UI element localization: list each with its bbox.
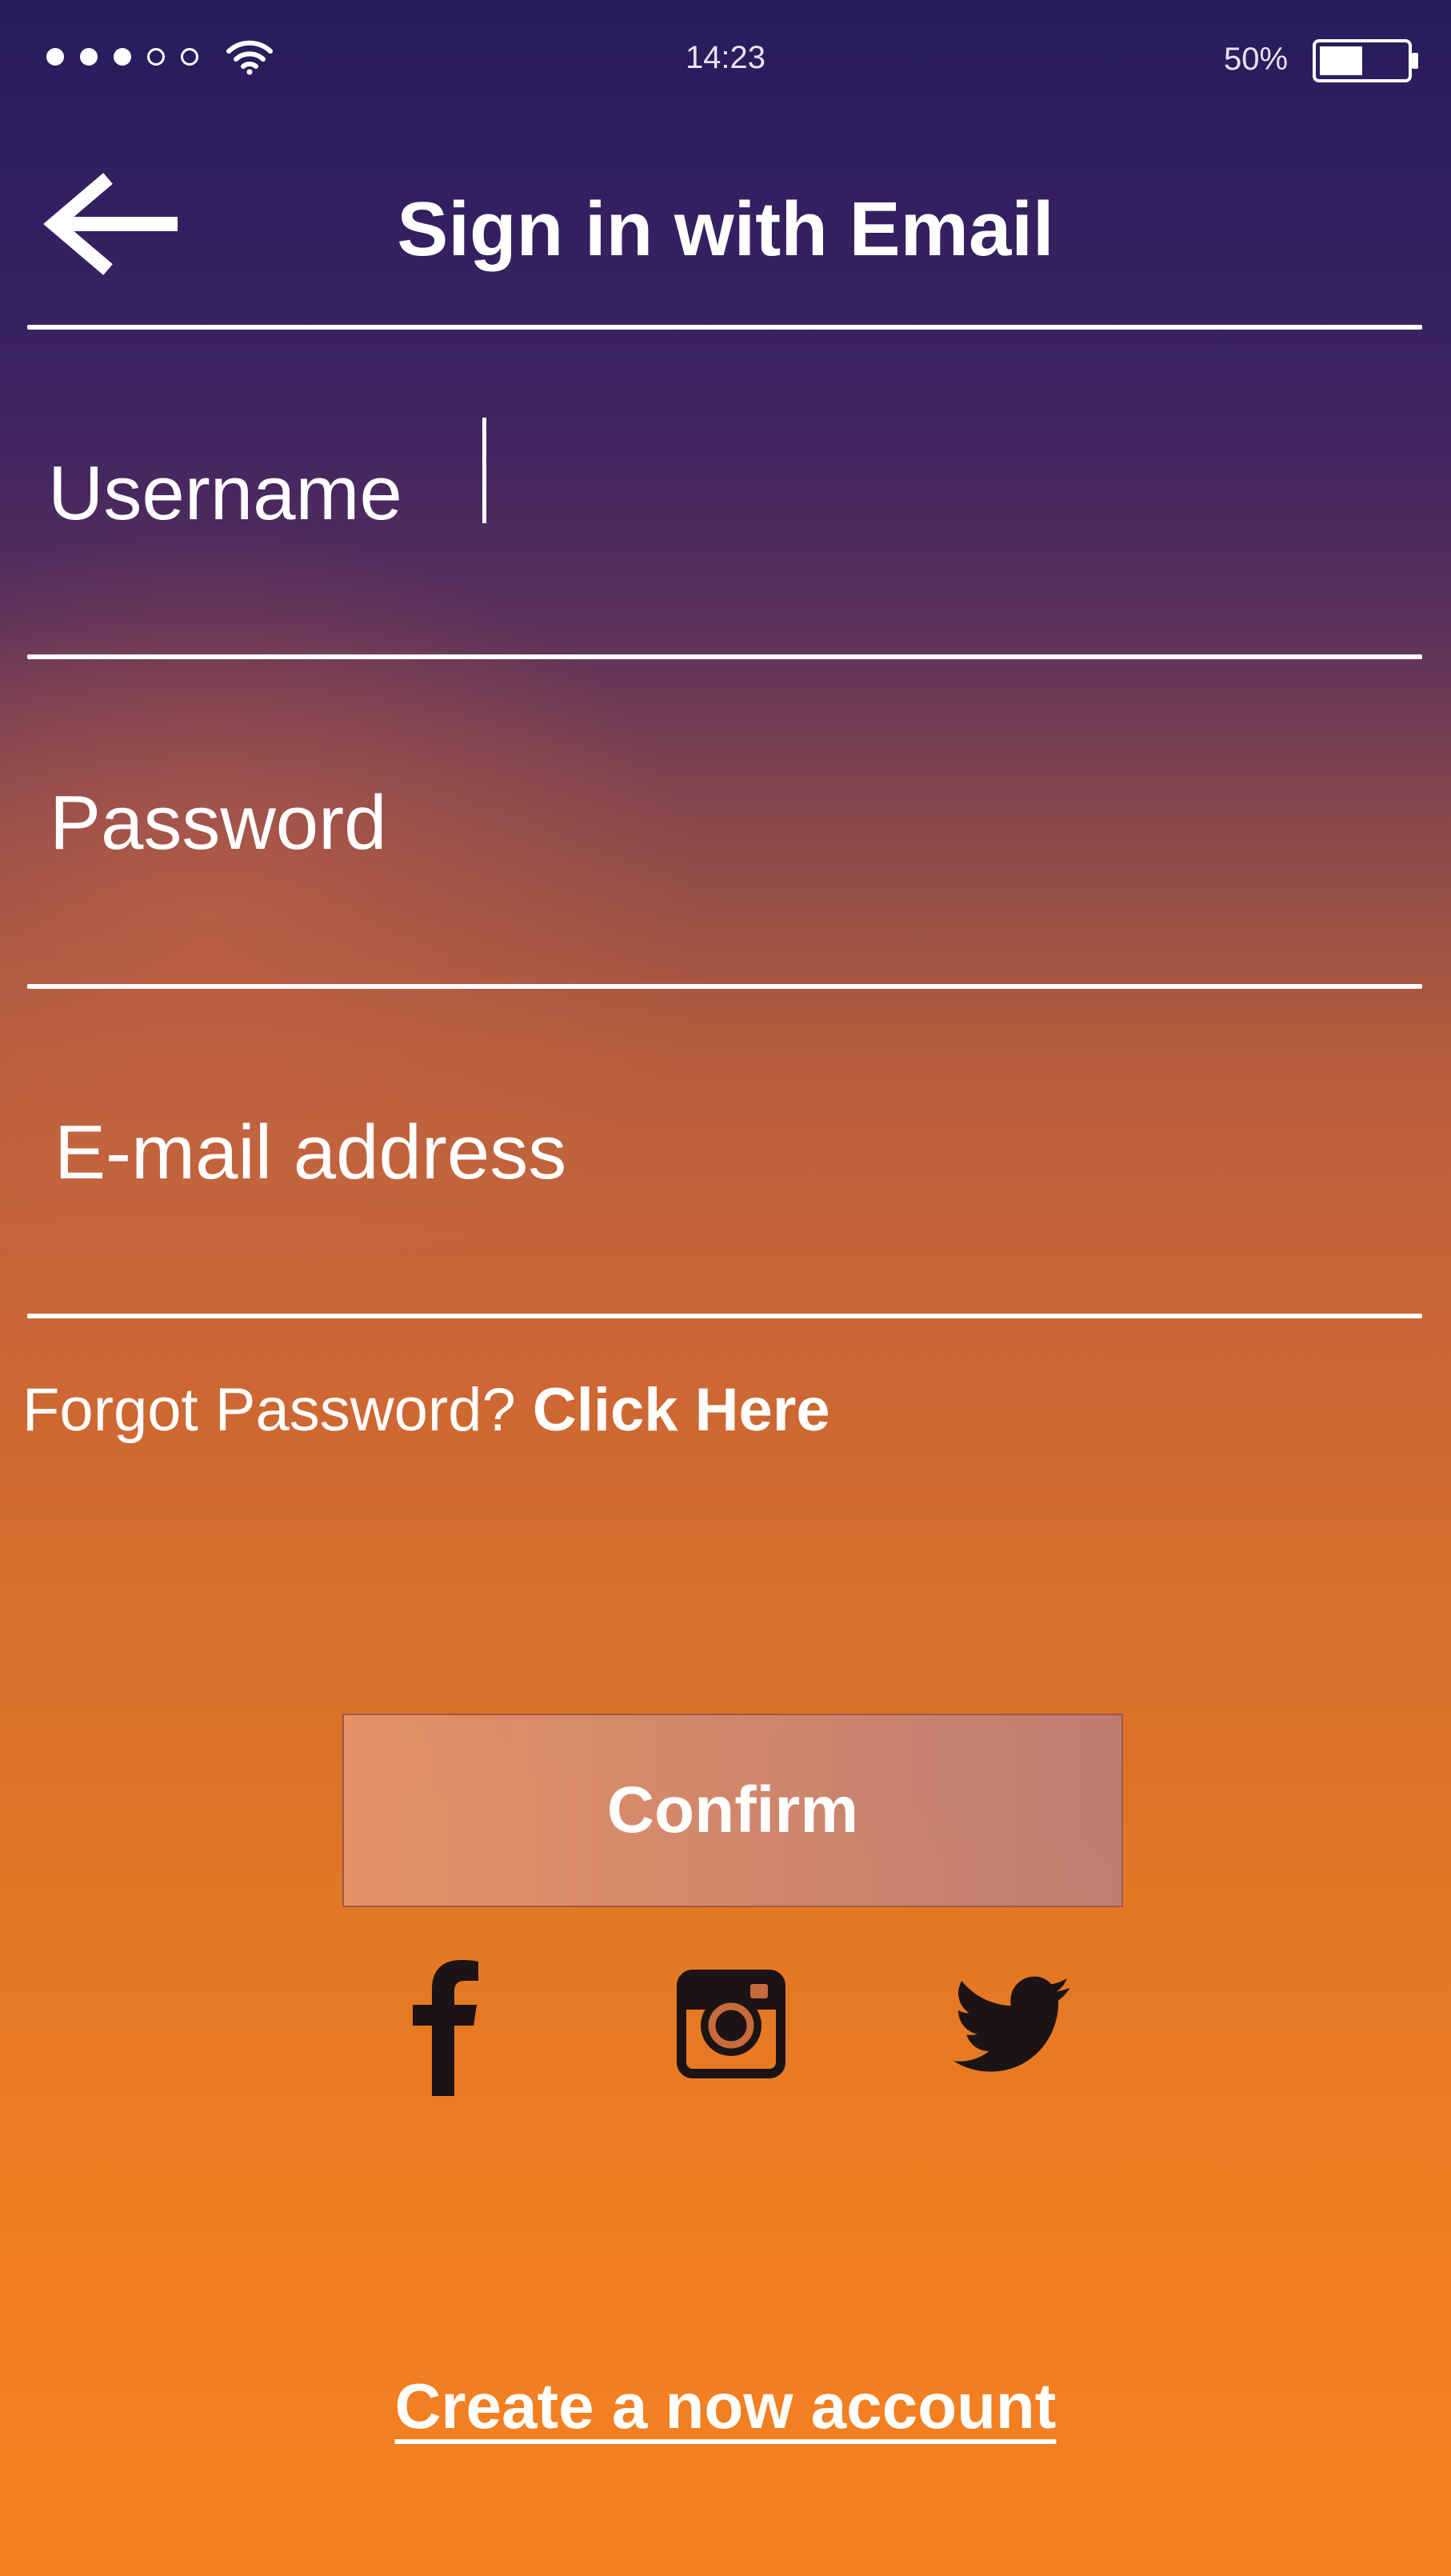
page-title: Sign in with Email bbox=[397, 186, 1054, 272]
battery-level-fill bbox=[1320, 46, 1362, 75]
status-bar: 14:23 50% bbox=[0, 0, 1451, 120]
forgot-password-link[interactable]: Click Here bbox=[533, 1376, 830, 1444]
battery-icon bbox=[1313, 39, 1418, 82]
forgot-password-prefix: Forgot Password? bbox=[22, 1376, 516, 1444]
twitter-icon[interactable] bbox=[953, 1976, 1073, 2074]
header-divider bbox=[27, 325, 1422, 330]
email-underline bbox=[27, 1314, 1422, 1318]
confirm-button[interactable]: Confirm bbox=[342, 1714, 1123, 1907]
forgot-password-text: Forgot Password? Click Here bbox=[22, 1374, 830, 1446]
instagram-icon[interactable] bbox=[677, 1970, 785, 2078]
password-field[interactable]: Password bbox=[50, 779, 387, 867]
facebook-icon[interactable] bbox=[410, 1960, 482, 2096]
battery-percent: 50% bbox=[1224, 42, 1289, 77]
text-cursor bbox=[482, 418, 486, 523]
email-field[interactable]: E-mail address bbox=[54, 1109, 566, 1197]
username-underline bbox=[27, 654, 1422, 659]
create-account-link[interactable]: Create a now account bbox=[395, 2370, 1057, 2442]
create-account-link-container: Create a now account bbox=[0, 2368, 1451, 2445]
username-field[interactable]: Username bbox=[48, 450, 402, 538]
password-underline bbox=[27, 984, 1422, 989]
confirm-button-label: Confirm bbox=[606, 1774, 859, 1846]
